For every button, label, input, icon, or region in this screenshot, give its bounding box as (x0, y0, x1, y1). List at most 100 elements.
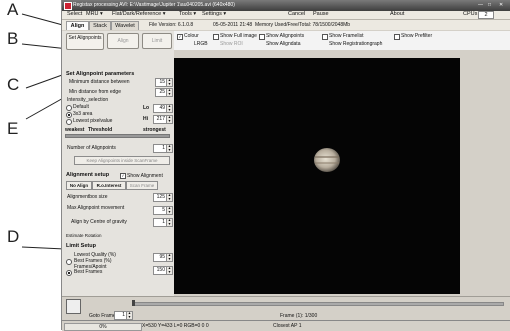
show-framelist-label: Show Framelist (329, 33, 364, 39)
max-move-input[interactable]: 5 (153, 206, 167, 215)
min-edge-label: Min distance from edge (69, 89, 121, 95)
show-alignpoints-label: Show Alignpoints (266, 33, 305, 39)
threshold-slider[interactable] (65, 134, 170, 138)
align-button[interactable]: Align (107, 33, 139, 49)
cancel-button[interactable]: Cancel (288, 11, 305, 18)
box-size-label: Alignmentbox size (67, 194, 108, 200)
cursor-coords: X=530 Y=433 L=0 RGB=0 0 0 (142, 323, 209, 329)
hi-label: Hi (143, 116, 148, 122)
area-radio[interactable] (66, 112, 72, 118)
best-frames-input[interactable]: 150 (153, 266, 167, 275)
show-alignment-checkbox[interactable]: ✓ (120, 173, 126, 179)
hi-input[interactable]: 217 (153, 115, 167, 124)
lrgb-label[interactable]: LRGB (194, 41, 208, 47)
lowest-quality-input[interactable]: 95 (153, 253, 167, 262)
minimize-icon[interactable]: — (478, 2, 483, 8)
menu-settings[interactable]: Settings ▾ (202, 11, 226, 18)
status-bar: 0% X=530 Y=433 L=0 RGB=0 0 0 Closest AP … (62, 320, 510, 331)
annotation-b: B (7, 29, 19, 48)
threshold-label: Threshold (88, 127, 113, 133)
intensity-label: Intensity_selection (67, 97, 109, 103)
menu-tools[interactable]: Tools ▾ (179, 11, 196, 18)
alignment-panel: Set Alignpoints Align Limit Set Alignpoi… (62, 31, 175, 296)
progress-text: 0% (99, 324, 107, 330)
hi-stepper[interactable]: ▲ ▼ (166, 115, 173, 124)
centre-gravity-label: Align by Centre of gravity (71, 219, 127, 225)
best-frames-radio[interactable] (66, 270, 72, 276)
estimate-rotation-button[interactable]: Estimate Rotation (66, 232, 120, 239)
show-alignpoints-checkbox[interactable] (259, 34, 265, 40)
set-alignpoints-button[interactable]: Set Alignpoints (66, 33, 104, 50)
show-aligndata-label[interactable]: Show Aligndata (266, 41, 300, 47)
maximize-icon[interactable]: □ (488, 2, 491, 8)
best-frames-label: Best Frames (74, 269, 103, 275)
title-bar: Registax processing AVI: E:\Vastimage\Ju… (62, 0, 510, 11)
lo-input[interactable]: 49 (153, 104, 167, 113)
best-frames-stepper[interactable]: ▲ ▼ (166, 266, 173, 275)
min-distance-stepper[interactable]: ▲ ▼ (166, 78, 173, 87)
annotation-c: C (7, 75, 20, 94)
show-prefilter-checkbox[interactable] (394, 34, 400, 40)
image-view (174, 50, 510, 296)
lo-label: Lo (143, 105, 150, 111)
show-roi-label[interactable]: Show ROI (220, 41, 243, 47)
lowest-quality-stepper[interactable]: ▲ ▼ (166, 253, 173, 262)
file-date: 05-05-2011 21:48 (213, 22, 253, 28)
cpus-select[interactable]: 2 (478, 11, 494, 19)
show-framelist-checkbox[interactable] (322, 34, 328, 40)
box-size-stepper[interactable]: ▲ ▼ (166, 193, 173, 202)
num-alignpoints-input[interactable]: 1 (153, 144, 167, 153)
no-align-button[interactable]: No Align (66, 181, 92, 190)
frame-slider[interactable] (132, 302, 504, 306)
file-version: File Version: 6.1.0.8 (149, 22, 194, 28)
colour-label: Colour (184, 33, 199, 39)
limit-button[interactable]: Limit (142, 33, 172, 49)
best-frames-pct-radio[interactable] (66, 259, 72, 265)
lowest-pixel-radio[interactable] (66, 119, 72, 125)
annotation-a: A (7, 0, 19, 19)
goto-frame-stepper[interactable]: ▲ ▼ (126, 311, 133, 320)
closest-ap: Closest AP 1 (273, 323, 302, 329)
centre-gravity-stepper[interactable]: ▲ ▼ (166, 218, 173, 227)
show-registrationgraph-label[interactable]: Show Registrationgraph (329, 41, 382, 47)
num-alignpoints-label: Number of Alignpoints (67, 145, 116, 151)
show-full-image-checkbox[interactable] (213, 34, 219, 40)
min-edge-stepper[interactable]: ▲ ▼ (166, 88, 173, 97)
app-icon (64, 2, 72, 10)
box-size-input[interactable]: 125 (153, 193, 167, 202)
about-button[interactable]: About (390, 11, 404, 18)
centre-gravity-input[interactable]: 1 (153, 218, 167, 227)
tab-stack[interactable]: Stack (89, 21, 111, 30)
window-title: Registax processing AVI: E:\Vastimage\Ju… (73, 2, 235, 8)
menu-select[interactable]: Select (67, 11, 82, 18)
tab-align[interactable]: Align (66, 21, 89, 30)
lowest-pixel-label: Lowest pixelvalue (73, 118, 113, 124)
menu-flat-dark-reference[interactable]: Flat/Dark/Reference ▾ (112, 11, 166, 18)
show-alignment-label: Show Alignment (127, 173, 163, 179)
default-radio[interactable] (66, 105, 72, 111)
close-icon[interactable]: ✕ (499, 2, 503, 8)
num-alignpoints-stepper[interactable]: ▲ ▼ (166, 144, 173, 153)
strongest-label: strongest (143, 127, 166, 133)
frame-image[interactable] (174, 58, 460, 294)
cpus-label: CPUs (463, 11, 478, 17)
memory-info: Memory Used/Free/Total: 78/1500/2048Mb (255, 22, 351, 28)
show-full-image-label: Show Full image (220, 33, 257, 39)
menu-mru[interactable]: MRU ▾ (86, 11, 103, 18)
annotation-d: D (7, 227, 20, 246)
frame-navigation-bar: Goto Frame 1 ▲ ▼ Frame (1): 1/300 (62, 296, 510, 321)
frame-slider-thumb[interactable] (132, 300, 135, 306)
roi-button[interactable]: R.o.Interest (92, 181, 126, 190)
keep-alignpoints-button[interactable]: Keep Alignpoints inside ScanFrame (74, 156, 170, 165)
colour-checkbox[interactable]: ✓ (177, 34, 183, 40)
min-distance-label: Minimum distance between (69, 79, 130, 85)
annotation-e: E (7, 119, 19, 138)
registax-window: Registax processing AVI: E:\Vastimage\Ju… (61, 0, 510, 331)
alignpoint-params-header: Set Alignpoint parameters (66, 71, 135, 77)
tab-wavelet[interactable]: Wavelet (111, 21, 139, 30)
scan-frame-button[interactable]: Scan Frame (126, 181, 158, 190)
lo-stepper[interactable]: ▲ ▼ (166, 104, 173, 113)
pause-button[interactable]: Pause (313, 11, 329, 18)
area-label: 3x3 area (73, 111, 93, 117)
max-move-stepper[interactable]: ▲ ▼ (166, 206, 173, 215)
